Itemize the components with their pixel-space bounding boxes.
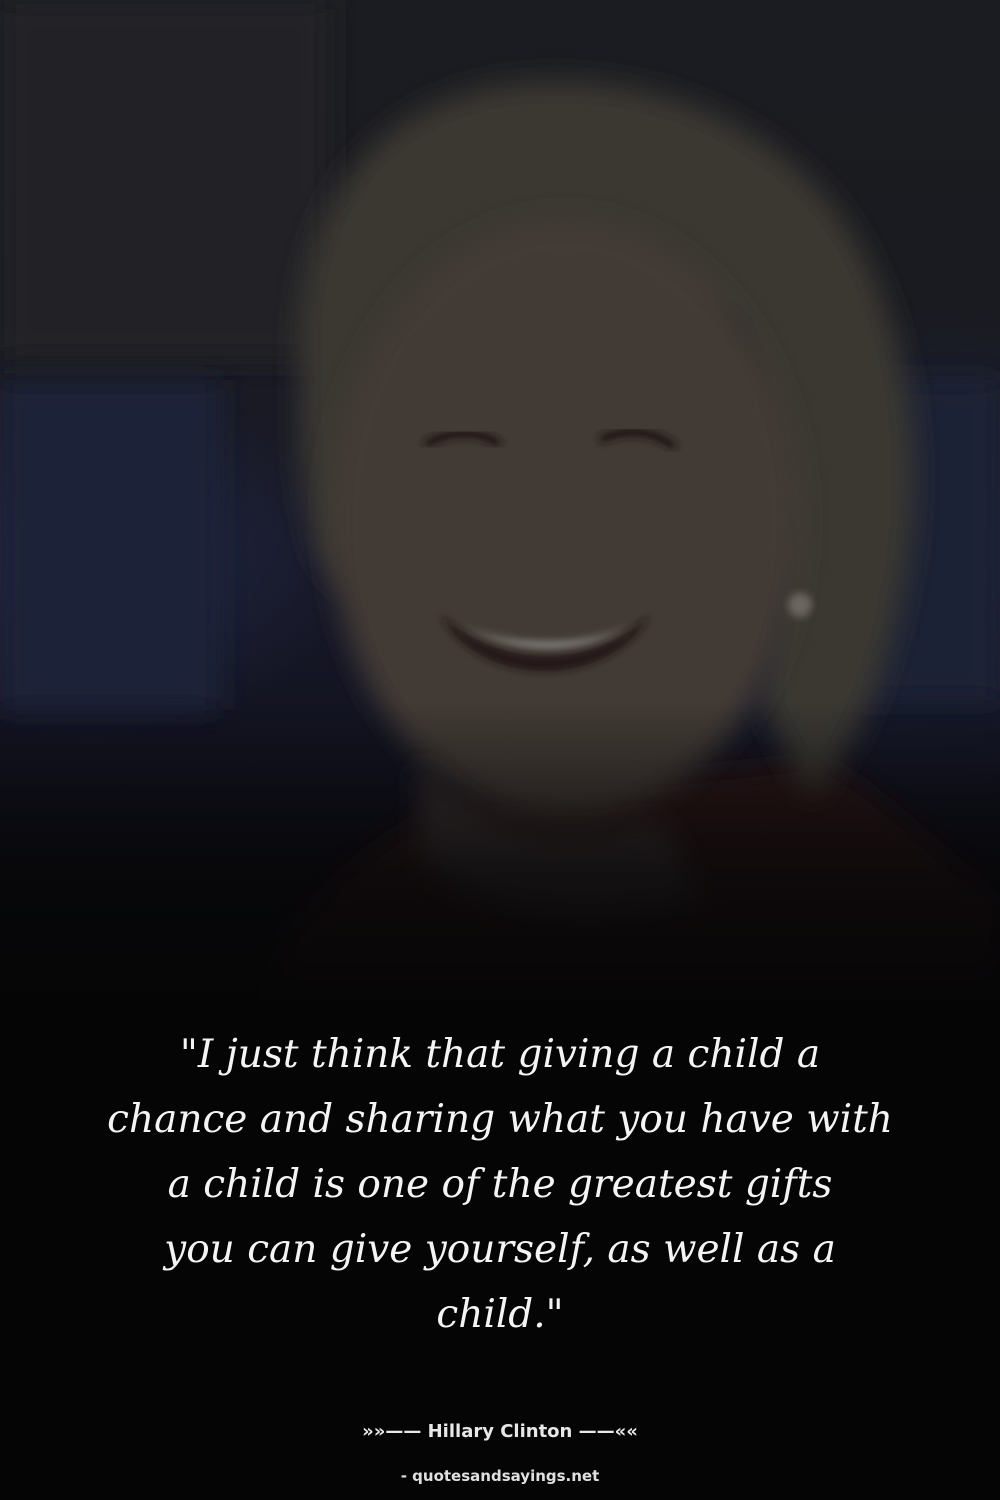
quote-card: "I just think that giving a child a chan… [0,0,1000,1500]
quote-line: chance and sharing what you have with [107,1097,893,1142]
quote-line: you can give yourself, as well as a [164,1227,836,1272]
author-attribution: »»—— Hillary Clinton ——«« [362,1421,638,1442]
source-watermark: - quotesandsayings.net [400,1467,600,1485]
quote-text: "I just think that giving a child a chan… [40,1022,960,1347]
quote-line: child." [436,1292,564,1337]
quote-line: "I just think that giving a child a [179,1032,821,1077]
bottom-fade-overlay [0,700,1000,1020]
quote-line: a child is one of the greatest gifts [167,1162,833,1207]
